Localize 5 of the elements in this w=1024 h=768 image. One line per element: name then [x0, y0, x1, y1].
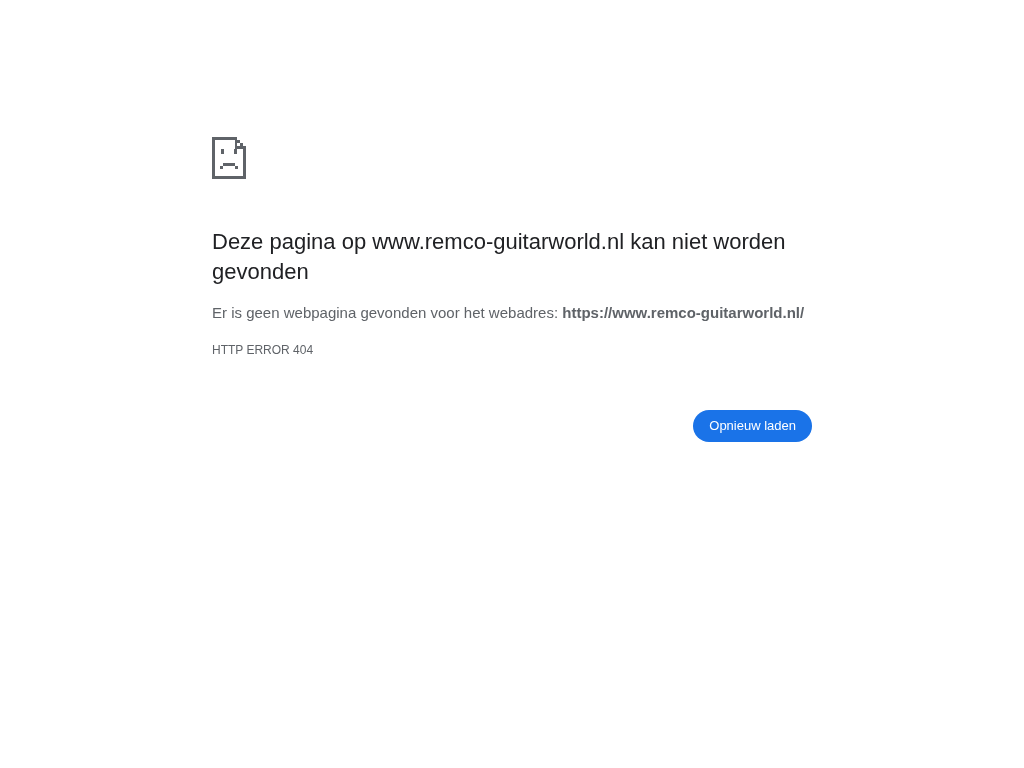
reload-button[interactable]: Opnieuw laden: [693, 410, 812, 442]
sad-page-icon: [212, 137, 246, 179]
error-description: Er is geen webpagina gevonden voor het webadres: https://www.remco-guitarworld.nl/: [212, 303, 806, 323]
error-heading: Deze pagina op www.remco-guitarworld.nl kan niet worden gevonden: [212, 228, 787, 286]
error-code: HTTP ERROR 404: [212, 342, 315, 359]
